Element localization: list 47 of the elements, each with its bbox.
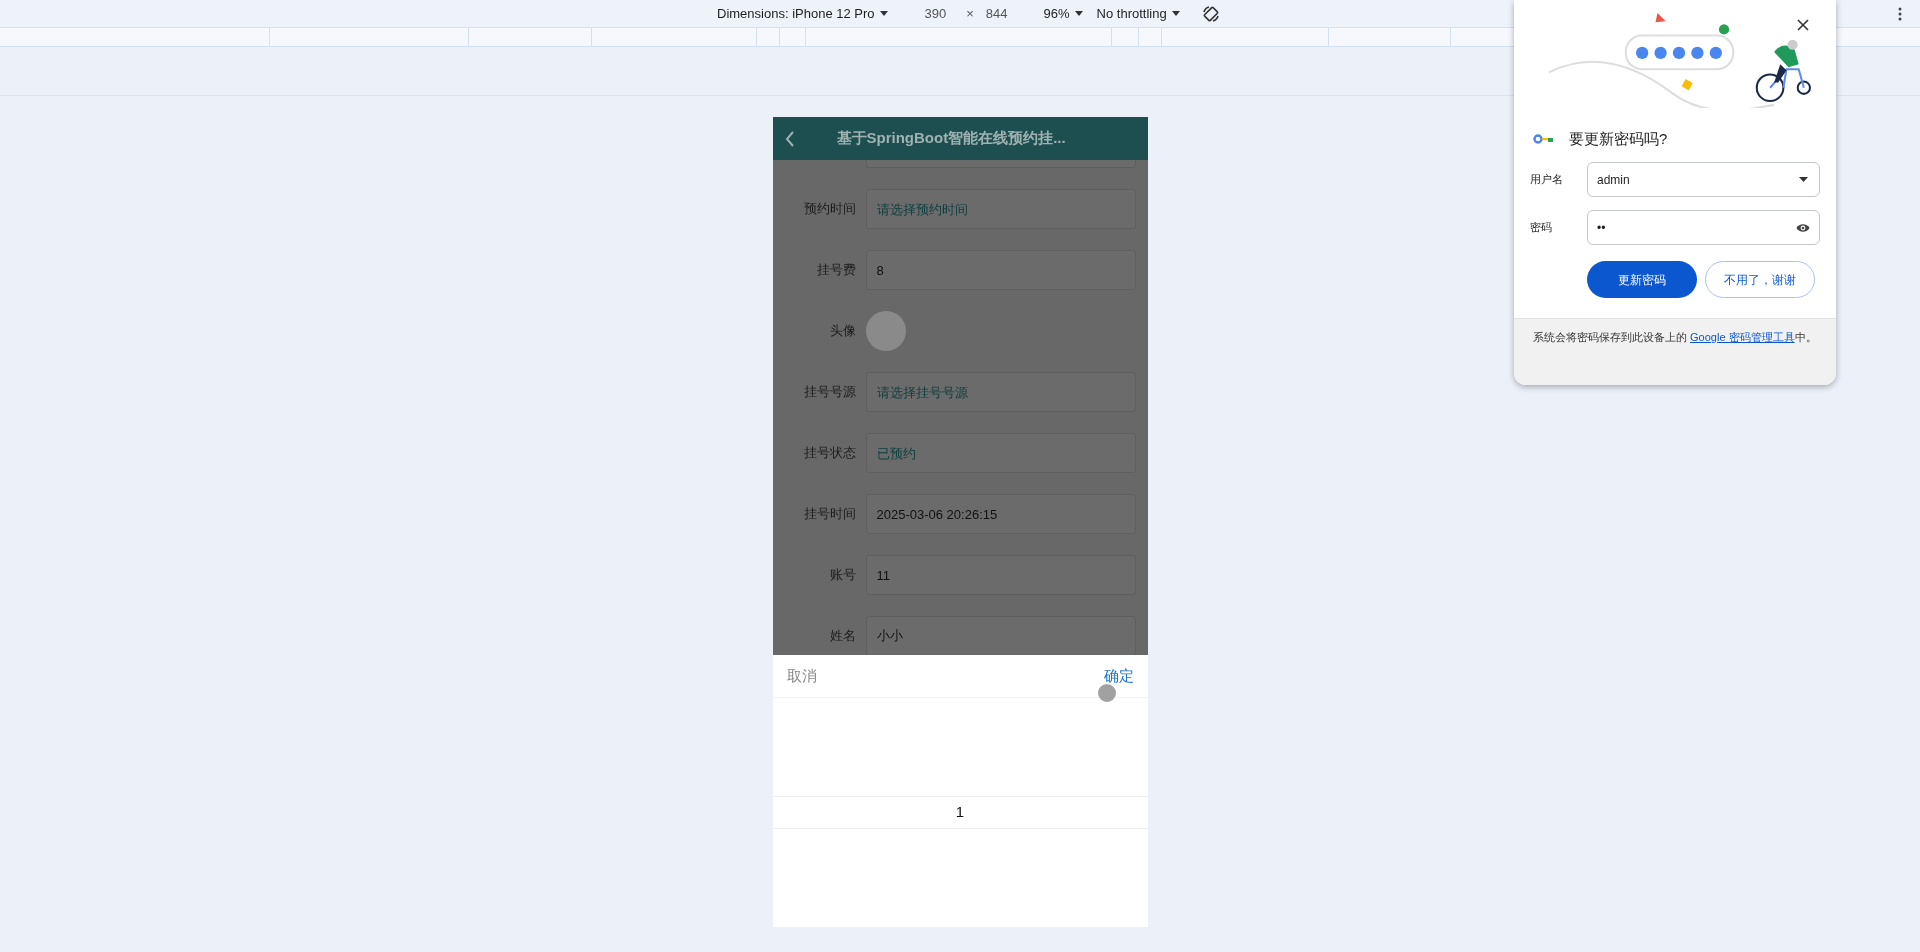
field-label: 挂号号源 — [802, 383, 856, 402]
width-value[interactable]: 390 — [924, 3, 947, 24]
input-field[interactable]: 已预约 — [865, 433, 1136, 473]
password-value: •• — [1597, 219, 1606, 237]
picker-option[interactable]: 1 — [772, 796, 1148, 829]
caret-icon — [1074, 11, 1083, 16]
cancel-button[interactable]: 取消 — [786, 664, 817, 688]
device-dropdown[interactable]: Dimensions: iPhone 12 Pro — [717, 3, 888, 24]
page-title: 基于SpringBoot智能在线预约挂... — [836, 128, 1066, 149]
touch-cursor-icon — [1097, 684, 1116, 702]
input-field[interactable]: 8 — [865, 250, 1136, 290]
field-label: 头像 — [828, 322, 856, 341]
more-options-icon[interactable] — [1898, 6, 1902, 21]
field-label: 预约时间 — [802, 200, 856, 219]
field-label: 账号 — [828, 566, 856, 585]
password-manager-link[interactable]: Google 密码管理工具 — [1690, 331, 1795, 343]
dismiss-button[interactable]: 不用了，谢谢 — [1705, 261, 1815, 298]
caret-icon — [879, 11, 888, 16]
input-field[interactable] — [865, 160, 1136, 168]
username-value: admin — [1597, 171, 1630, 189]
username-dropdown[interactable]: admin — [1587, 162, 1820, 197]
eye-icon[interactable] — [1796, 222, 1810, 233]
input-field[interactable]: 2025-03-06 20:26:15 — [865, 494, 1136, 534]
confirm-button[interactable]: 确定 — [1103, 665, 1134, 688]
footer-text: 系统会将密码保存到此设备上的 Google 密码管理工具中。 — [1533, 330, 1817, 345]
close-icon[interactable] — [1797, 19, 1809, 31]
field-label: 挂号状态 — [802, 444, 856, 463]
input-field[interactable]: 请选择挂号号源 — [865, 372, 1136, 412]
zoom-dropdown[interactable]: 96% — [1043, 3, 1083, 24]
password-label: 密码 — [1530, 220, 1553, 236]
caret-icon — [1171, 11, 1180, 16]
height-value[interactable]: 844 — [985, 3, 1008, 24]
username-label: 用户名 — [1530, 172, 1564, 188]
password-field[interactable]: •• — [1587, 210, 1820, 245]
field-label: 姓名 — [828, 627, 856, 646]
update-password-button[interactable]: 更新密码 — [1587, 261, 1697, 298]
prompt-title: 要更新密码吗? — [1569, 128, 1668, 149]
times-sign: × — [966, 4, 974, 23]
rotate-icon[interactable] — [1201, 4, 1220, 23]
input-field[interactable]: 11 — [865, 555, 1136, 595]
key-icon — [1533, 134, 1555, 144]
throttling-dropdown[interactable]: No throttling — [1096, 3, 1180, 24]
input-field[interactable]: 请选择预约时间 — [865, 189, 1136, 229]
field-label: 挂号时间 — [802, 505, 856, 524]
field-label: 挂号费 — [815, 261, 856, 280]
input-field[interactable]: 小小 — [865, 616, 1136, 656]
caret-icon — [1799, 177, 1808, 182]
